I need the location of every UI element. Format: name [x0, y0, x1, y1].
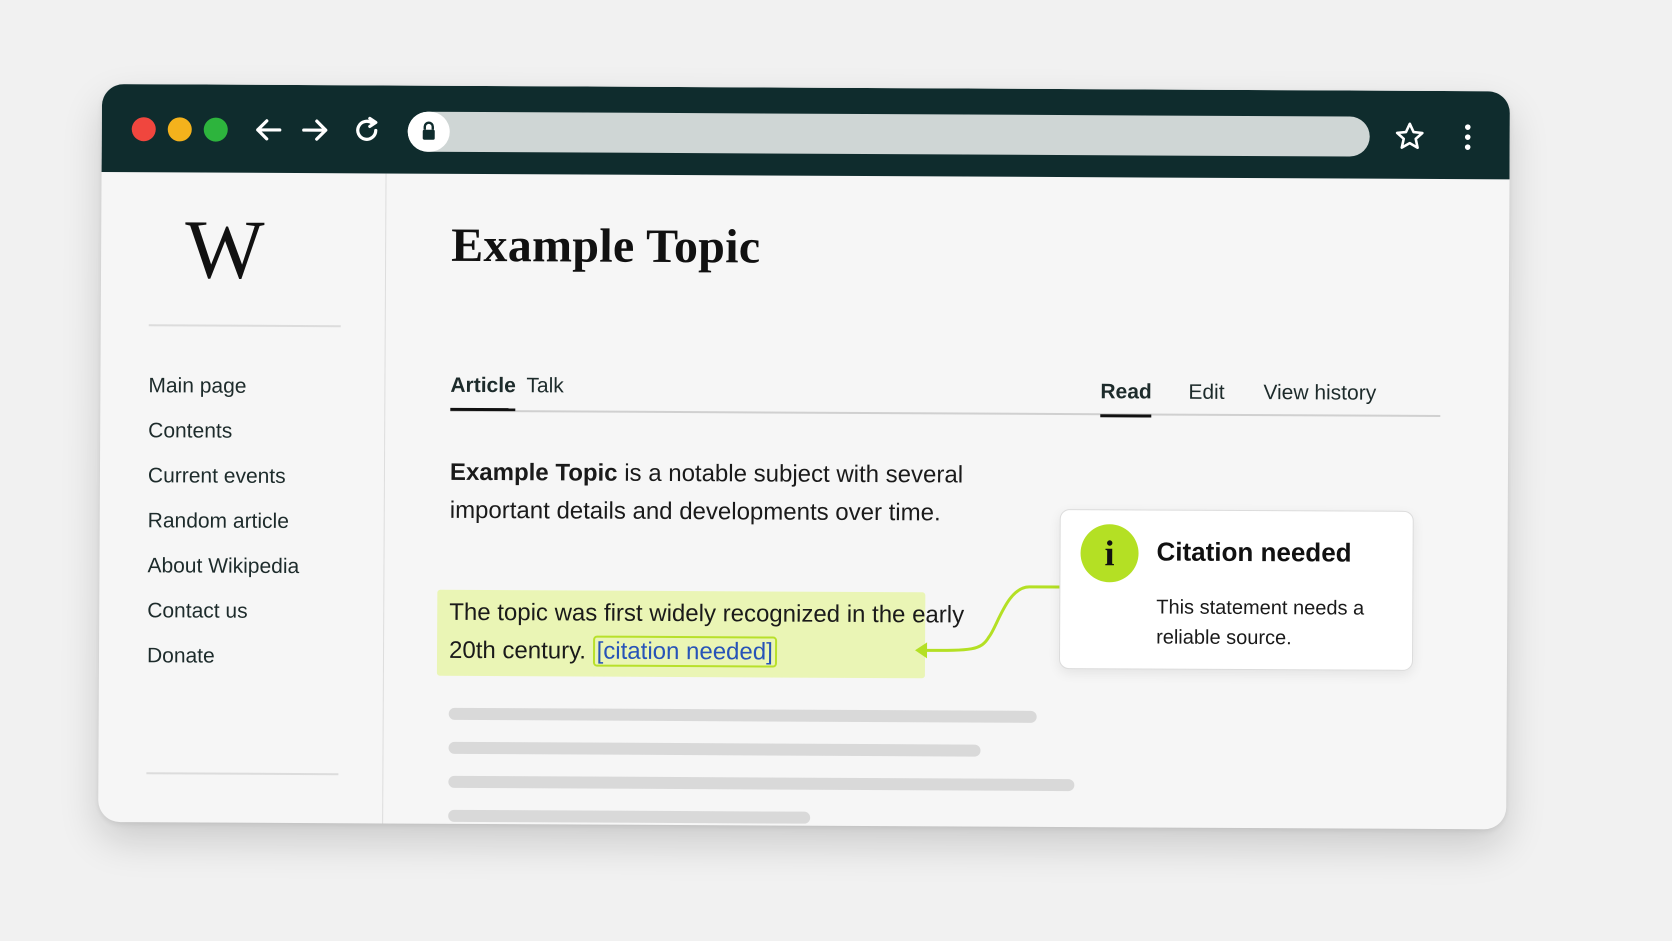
- reload-icon[interactable]: [348, 111, 386, 149]
- tab-talk[interactable]: Talk: [526, 374, 563, 408]
- intro-bold-term: Example Topic: [449, 458, 618, 487]
- placeholder-text-line: [448, 707, 1037, 723]
- callout-connector: [915, 585, 1061, 659]
- tab-edit[interactable]: Edit: [1188, 381, 1224, 415]
- tab-view-history[interactable]: View history: [1263, 381, 1376, 416]
- highlighted-statement: The topic was first widely recognized in…: [449, 594, 969, 673]
- wikipedia-logo[interactable]: W: [185, 203, 261, 296]
- sidebar-item-main-page[interactable]: Main page: [148, 372, 300, 418]
- sidebar-item-donate[interactable]: Donate: [147, 642, 299, 688]
- browser-window: W Main page Contents Current events Rand…: [98, 84, 1510, 830]
- page-title: Example Topic: [451, 218, 761, 274]
- sidebar-nav: Main page Contents Current events Random…: [147, 372, 300, 688]
- sidebar-divider: [146, 772, 339, 776]
- kebab-menu-icon[interactable]: [1458, 119, 1478, 155]
- popup-body: This statement needs a reliable source.: [1156, 596, 1365, 650]
- article-content: Example Topic Article Talk Read Edit Vie…: [382, 173, 1509, 829]
- placeholder-text-line: [448, 741, 981, 757]
- citation-needed-link[interactable]: [citation needed]: [592, 635, 777, 668]
- sidebar-item-contents[interactable]: Contents: [148, 417, 300, 463]
- popup-title: Citation needed: [1156, 536, 1352, 568]
- citation-popup: i Citation needed This statement needs a…: [1058, 509, 1414, 671]
- maximize-window-button[interactable]: [203, 117, 228, 142]
- intro-paragraph: Example Topic is a notable subject with …: [450, 454, 970, 533]
- tab-article[interactable]: Article: [450, 373, 516, 412]
- lock-icon[interactable]: [407, 111, 450, 152]
- address-bar[interactable]: [407, 111, 1370, 157]
- sidebar: W Main page Contents Current events Rand…: [98, 171, 387, 824]
- sidebar-divider: [148, 324, 341, 328]
- placeholder-text-line: [448, 775, 1075, 792]
- star-icon[interactable]: [1392, 119, 1428, 155]
- sidebar-item-contact[interactable]: Contact us: [147, 597, 299, 643]
- placeholder-text-line: [448, 809, 811, 824]
- sidebar-item-current-events[interactable]: Current events: [148, 462, 300, 508]
- minimize-window-button[interactable]: [167, 117, 192, 142]
- sidebar-item-about[interactable]: About Wikipedia: [147, 552, 299, 598]
- tab-read[interactable]: Read: [1100, 380, 1152, 418]
- sidebar-item-random-article[interactable]: Random article: [148, 507, 300, 553]
- browser-toolbar: [101, 84, 1510, 180]
- back-arrow-icon[interactable]: [250, 111, 288, 149]
- forward-arrow-icon[interactable]: [296, 111, 334, 149]
- close-window-button[interactable]: [131, 117, 156, 142]
- info-icon: i: [1080, 524, 1139, 583]
